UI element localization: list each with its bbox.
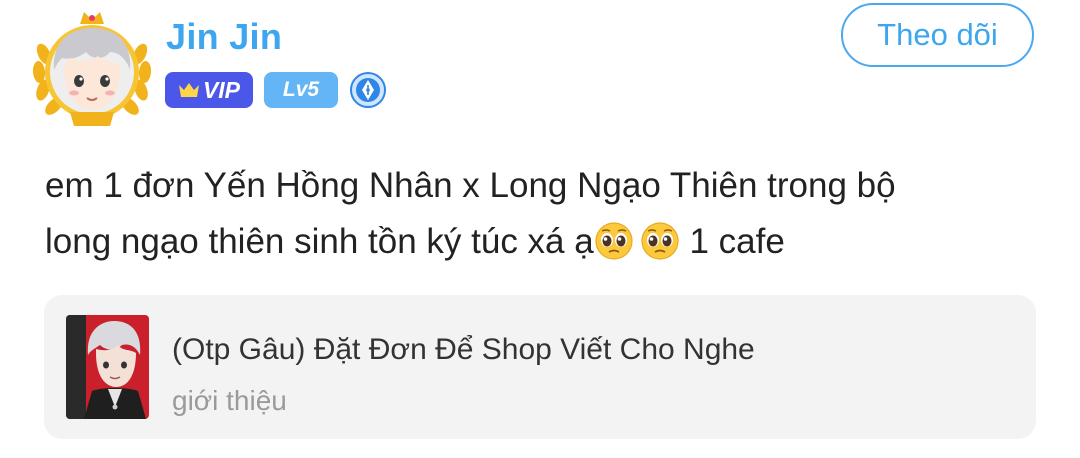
post-text-line-2: long ngạo thiên sinh tồn ký túc xá ạ 1 c… xyxy=(45,214,1035,270)
user-avatar[interactable] xyxy=(30,8,154,130)
post-text-line-1: em 1 đơn Yến Hồng Nhân x Long Ngạo Thiên… xyxy=(45,166,896,205)
vip-badge-label: VIP xyxy=(202,76,241,103)
story-title: (Otp Gâu) Đặt Đơn Để Shop Viết Cho Nghe xyxy=(172,333,755,366)
pen-nib-badge-icon xyxy=(349,71,387,109)
pleading-face-emoji-icon xyxy=(594,221,634,261)
story-thumbnail xyxy=(66,315,149,419)
crown-icon xyxy=(178,82,200,98)
vip-badge: VIP xyxy=(165,72,253,108)
pleading-face-emoji-icon xyxy=(640,221,680,261)
post-card: Jin Jin VIP Lv5 Theo dõi em 1 đơn Yến Hồ… xyxy=(0,0,1080,458)
linked-story-card[interactable]: (Otp Gâu) Đặt Đơn Để Shop Viết Cho Nghe … xyxy=(44,295,1036,439)
post-content: em 1 đơn Yến Hồng Nhân x Long Ngạo Thiên… xyxy=(45,158,1035,270)
user-badges: VIP Lv5 xyxy=(165,71,387,109)
username[interactable]: Jin Jin xyxy=(166,16,282,58)
avatar-frame-icon xyxy=(32,12,152,126)
anime-character-cover-icon xyxy=(66,315,149,419)
post-text-line-2-end: 1 cafe xyxy=(679,222,785,261)
level-badge: Lv5 xyxy=(264,72,338,108)
follow-button[interactable]: Theo dõi xyxy=(841,3,1034,67)
story-subtitle: giới thiệu xyxy=(172,385,287,416)
post-text-line-2-start: long ngạo thiên sinh tồn ký túc xá ạ xyxy=(45,222,594,261)
